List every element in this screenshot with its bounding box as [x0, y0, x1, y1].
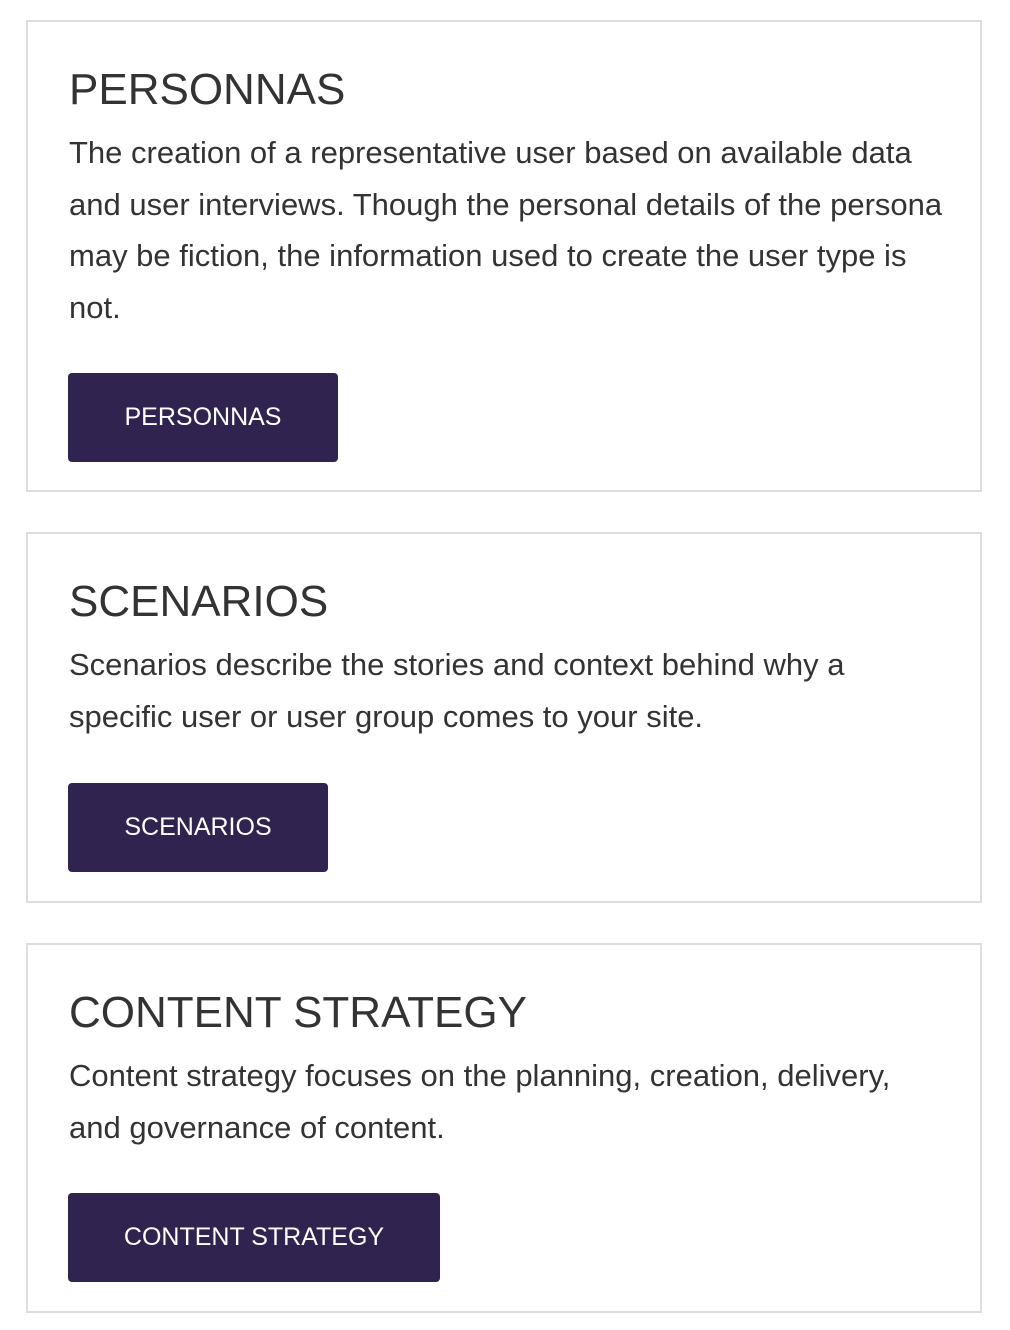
card-personnas: PERSONNAS The creation of a representati… — [26, 20, 982, 492]
card-title: PERSONNAS — [69, 65, 346, 114]
scenarios-button[interactable]: SCENARIOS — [68, 783, 328, 872]
card-description: The creation of a representative user ba… — [69, 135, 943, 325]
card-description: Scenarios describe the stories and conte… — [69, 647, 845, 734]
card-description: Content strategy focuses on the planning… — [69, 1058, 891, 1145]
card-title: CONTENT STRATEGY — [69, 988, 527, 1037]
card-scenarios: SCENARIOS Scenarios describe the stories… — [26, 532, 982, 903]
content-strategy-button[interactable]: CONTENT STRATEGY — [68, 1193, 440, 1282]
card-title: SCENARIOS — [69, 577, 329, 626]
card-content-strategy: CONTENT STRATEGY Content strategy focuse… — [26, 943, 982, 1313]
personnas-button[interactable]: PERSONNAS — [68, 373, 338, 462]
page: PERSONNAS The creation of a representati… — [0, 0, 1010, 1330]
